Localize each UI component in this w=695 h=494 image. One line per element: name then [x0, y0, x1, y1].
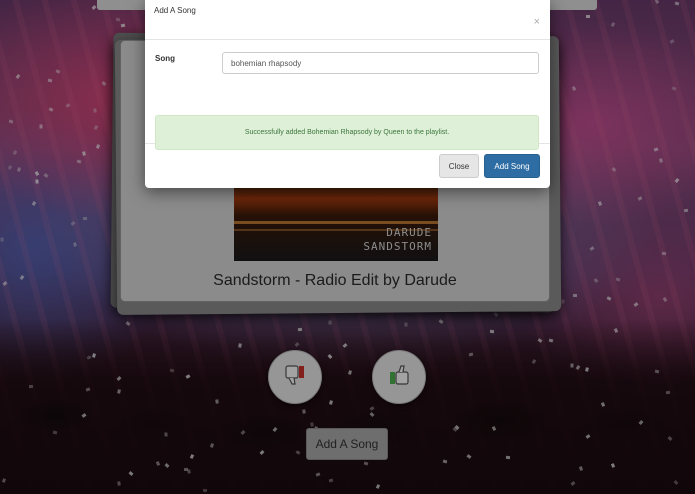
close-icon[interactable]: × — [534, 16, 540, 28]
modal-header: Add A Song × — [145, 0, 550, 40]
modal-body: Song Successfully added Bohemian Rhapsod… — [145, 40, 550, 150]
modal-footer: Close Add Song — [145, 144, 550, 188]
modal-title: Add A Song — [154, 6, 196, 15]
song-label: Song — [155, 54, 175, 63]
add-song-modal: Add A Song × Song Successfully added Boh… — [145, 0, 550, 188]
add-song-submit-button[interactable]: Add Song — [484, 154, 540, 178]
song-input[interactable] — [222, 52, 539, 74]
close-button[interactable]: Close — [439, 154, 479, 178]
